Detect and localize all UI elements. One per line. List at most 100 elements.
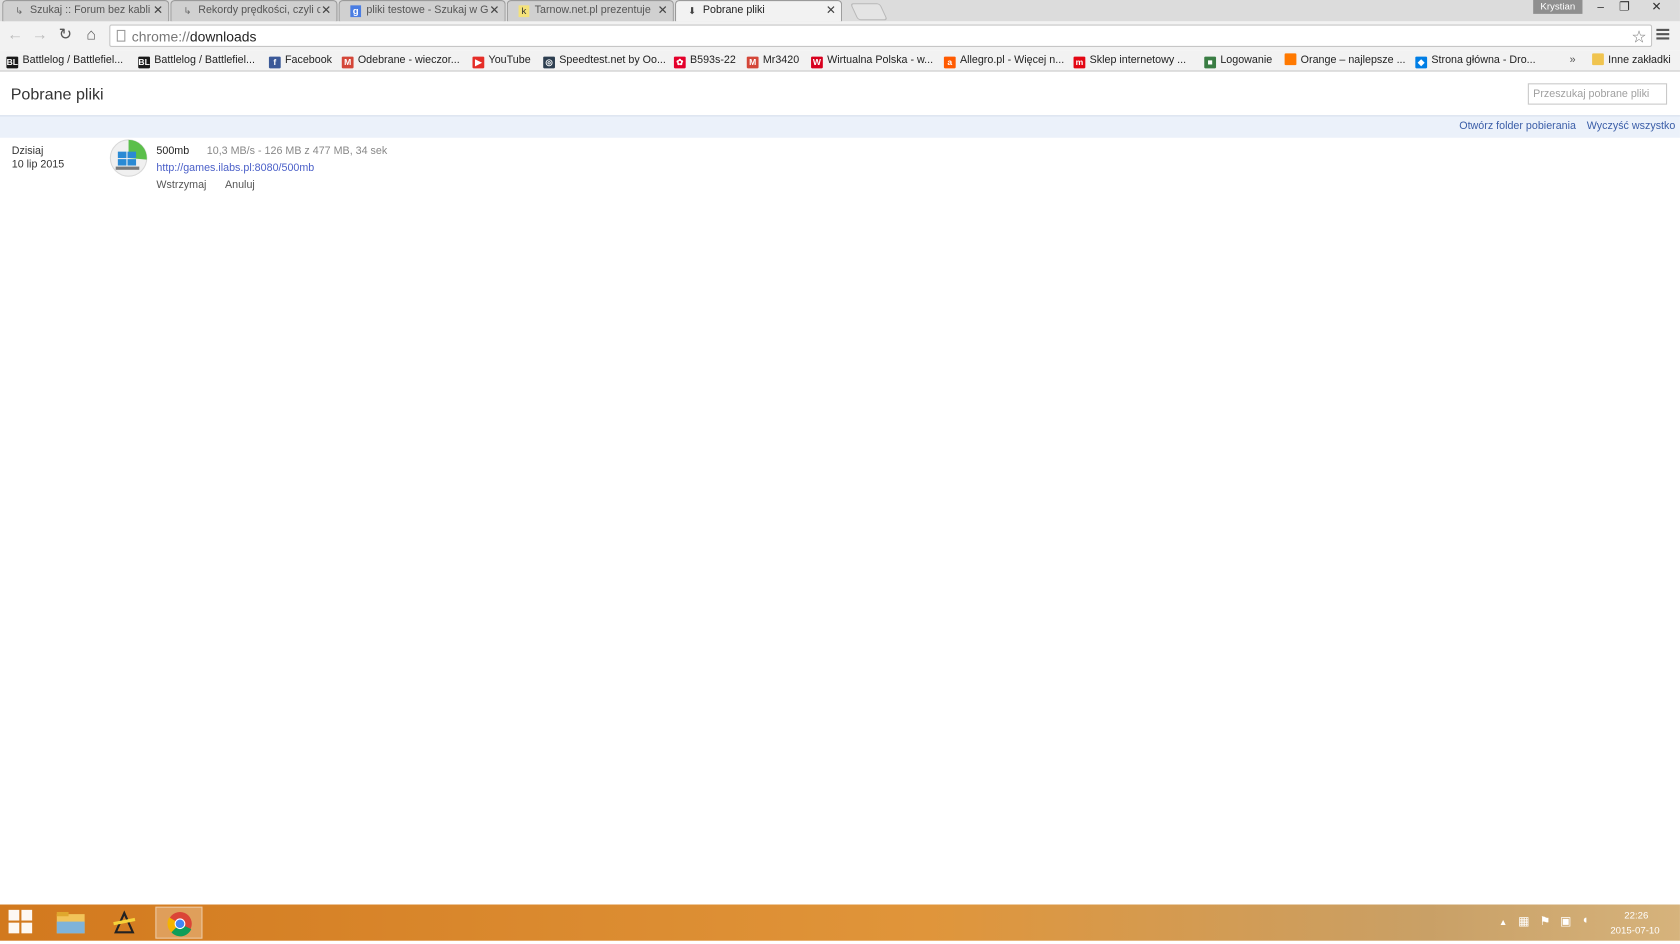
bookmark-item[interactable]: M Odebrane - wieczor... xyxy=(341,53,460,69)
chrome-menu-icon[interactable] xyxy=(1656,28,1671,43)
back-arrow-icon[interactable]: ← xyxy=(5,26,24,45)
allegro-icon: a xyxy=(943,56,956,69)
tarnow-icon: k xyxy=(518,5,530,18)
orange-icon xyxy=(1284,53,1297,66)
reload-icon[interactable]: ↻ xyxy=(56,26,75,45)
bookmark-item[interactable]: f Facebook xyxy=(268,53,332,69)
google-icon: g xyxy=(350,5,362,18)
bookmark-label: YouTube xyxy=(488,54,531,67)
action-center-icon[interactable]: ▦ xyxy=(1518,914,1529,928)
bookmark-item[interactable]: Orange – najlepsze ... xyxy=(1284,53,1406,68)
bookmark-item[interactable]: a Allegro.pl - Więcej n... xyxy=(943,53,1064,69)
cancel-download-link[interactable]: Anuluj xyxy=(225,179,255,191)
close-window-button[interactable]: ✕ xyxy=(1646,0,1667,17)
file-explorer-icon[interactable] xyxy=(47,907,94,939)
file-icon xyxy=(115,151,140,170)
bookmark-label: Sklep internetowy ... xyxy=(1089,54,1187,67)
tab-title: pliki testowe - Szukaj w G xyxy=(366,4,489,17)
browser-toolbar: ← → ↻ ⌂ chrome://downloads ☆ xyxy=(0,21,1680,51)
tab-title: Pobrane pliki xyxy=(702,4,765,17)
tab-close-icon[interactable]: ✕ xyxy=(826,3,836,17)
bookmark-star-icon[interactable]: ☆ xyxy=(1631,27,1646,48)
clock-date[interactable]: 2015-07-10 xyxy=(1610,925,1659,936)
speedtest-icon: ◎ xyxy=(543,56,555,69)
battlelog-icon: BL xyxy=(138,56,150,69)
home-icon[interactable]: ⌂ xyxy=(81,26,100,45)
bookmark-item[interactable]: BL Battlelog / Battlefiel... xyxy=(6,53,124,69)
chrome-icon[interactable] xyxy=(155,906,203,939)
date-label: Dzisiaj xyxy=(11,145,44,157)
bookmark-item[interactable]: M Mr3420 xyxy=(746,53,800,69)
download-icon: ⬇ xyxy=(688,5,697,17)
minimize-button[interactable]: ‒ xyxy=(1590,0,1611,17)
date-value: 10 lip 2015 xyxy=(11,159,65,171)
bookmarks-bar: BL Battlelog / Battlefiel... BL Battlelog /… xyxy=(0,50,1680,72)
bookmark-label: Speedtest.net by Oo... xyxy=(559,54,666,67)
download-source-url[interactable]: http://games.ilabs.pl:8080/500mb xyxy=(156,162,314,174)
winamp-icon[interactable] xyxy=(101,907,148,939)
url-scheme: chrome:// xyxy=(131,28,190,45)
tab-title: Tarnow.net.pl prezentuje xyxy=(534,4,651,17)
bookmarks-overflow-button[interactable]: » xyxy=(1570,53,1576,68)
other-bookmarks-folder[interactable]: Inne zakładki xyxy=(1592,53,1671,68)
bookmark-item[interactable]: ◆ Strona główna - Dro... xyxy=(1415,53,1536,69)
bookmark-item[interactable]: W Wirtualna Polska - w... xyxy=(811,53,934,69)
tab-title: Szukaj :: Forum bez kabli xyxy=(29,4,151,17)
start-button[interactable] xyxy=(8,909,35,936)
other-bookmarks-label: Inne zakładki xyxy=(1608,54,1671,67)
forum-icon: ↳ xyxy=(15,5,24,17)
tab-speed-records[interactable]: ↳ Rekordy prędkości, czyli c ✕ xyxy=(170,0,338,22)
address-bar[interactable]: chrome://downloads ☆ xyxy=(109,24,1653,48)
bookmark-label: Mr3420 xyxy=(762,54,800,67)
bookmark-item[interactable]: ✿ B593s-22 xyxy=(673,53,736,69)
open-downloads-folder-link[interactable]: Otwórz folder pobierania xyxy=(1459,121,1576,133)
tab-downloads[interactable]: ⬇ Pobrane pliki ✕ xyxy=(674,0,843,22)
bookmark-label: Wirtualna Polska - w... xyxy=(827,54,934,67)
bookmark-item[interactable]: m Sklep internetowy ... xyxy=(1073,53,1187,69)
forum-icon: ↳ xyxy=(183,5,192,17)
url-text[interactable]: chrome://downloads xyxy=(132,29,257,45)
wp-icon: W xyxy=(811,56,823,69)
volume-icon[interactable]: ◖ xyxy=(1581,914,1588,927)
battlelog-icon: BL xyxy=(6,56,19,69)
profile-badge[interactable]: Krystian xyxy=(1533,0,1583,14)
gmail-icon: M xyxy=(341,56,354,69)
clock-time[interactable]: 22:26 xyxy=(1624,910,1648,921)
dropbox-icon: ◆ xyxy=(1415,56,1428,69)
restore-button[interactable]: ❐ xyxy=(1614,0,1635,17)
bookmark-label: Battlelog / Battlefiel... xyxy=(22,54,124,67)
search-downloads-input[interactable] xyxy=(1527,83,1668,105)
bookmark-label: Logowanie xyxy=(1220,54,1273,67)
bookmark-label: Strona główna - Dro... xyxy=(1431,54,1536,67)
download-progress-ring xyxy=(109,139,148,177)
new-tab-button[interactable] xyxy=(849,3,888,21)
windows-taskbar: ▲ ▦ ⚑ ▣ ◖ 22:26 2015-07-10 xyxy=(0,904,1680,941)
tray-expand-icon[interactable]: ▲ xyxy=(1499,917,1507,927)
bookmark-label: Orange – najlepsze ... xyxy=(1300,54,1406,67)
bookmark-item[interactable]: BL Battlelog / Battlefiel... xyxy=(138,53,255,69)
tab-close-icon[interactable]: ✕ xyxy=(489,3,499,17)
downloads-header: Pobrane pliki xyxy=(0,72,1680,117)
tab-close-icon[interactable]: ✕ xyxy=(658,3,668,17)
pause-download-link[interactable]: Wstrzymaj xyxy=(156,179,206,191)
gmail-icon: M xyxy=(746,56,759,69)
tab-close-icon[interactable]: ✕ xyxy=(321,3,331,17)
flag-icon[interactable]: ⚑ xyxy=(1540,914,1551,928)
tab-close-icon[interactable]: ✕ xyxy=(153,3,163,17)
bookmark-label: B593s-22 xyxy=(689,54,736,67)
youtube-icon: ▶ xyxy=(472,56,485,69)
tab-tarnow[interactable]: k Tarnow.net.pl prezentuje ✕ xyxy=(506,0,674,22)
page-icon xyxy=(116,29,126,42)
clear-all-link[interactable]: Wyczyść wszystko xyxy=(1587,121,1676,133)
sklep-icon: m xyxy=(1073,56,1086,69)
url-path: downloads xyxy=(189,28,257,45)
bookmark-label: Battlelog / Battlefiel... xyxy=(154,54,255,67)
network-icon[interactable]: ▣ xyxy=(1560,914,1571,928)
forward-arrow-icon[interactable]: → xyxy=(30,26,49,45)
bookmark-item[interactable]: ▶ YouTube xyxy=(472,53,531,69)
download-file-name[interactable]: 500mb xyxy=(156,145,189,157)
bookmark-item[interactable]: ■ Logowanie xyxy=(1204,53,1273,69)
tab-forum-search[interactable]: ↳ Szukaj :: Forum bez kabli ✕ xyxy=(2,0,170,22)
tab-google-search[interactable]: g pliki testowe - Szukaj w G ✕ xyxy=(338,0,506,22)
bookmark-item[interactable]: ◎ Speedtest.net by Oo... xyxy=(543,53,666,69)
